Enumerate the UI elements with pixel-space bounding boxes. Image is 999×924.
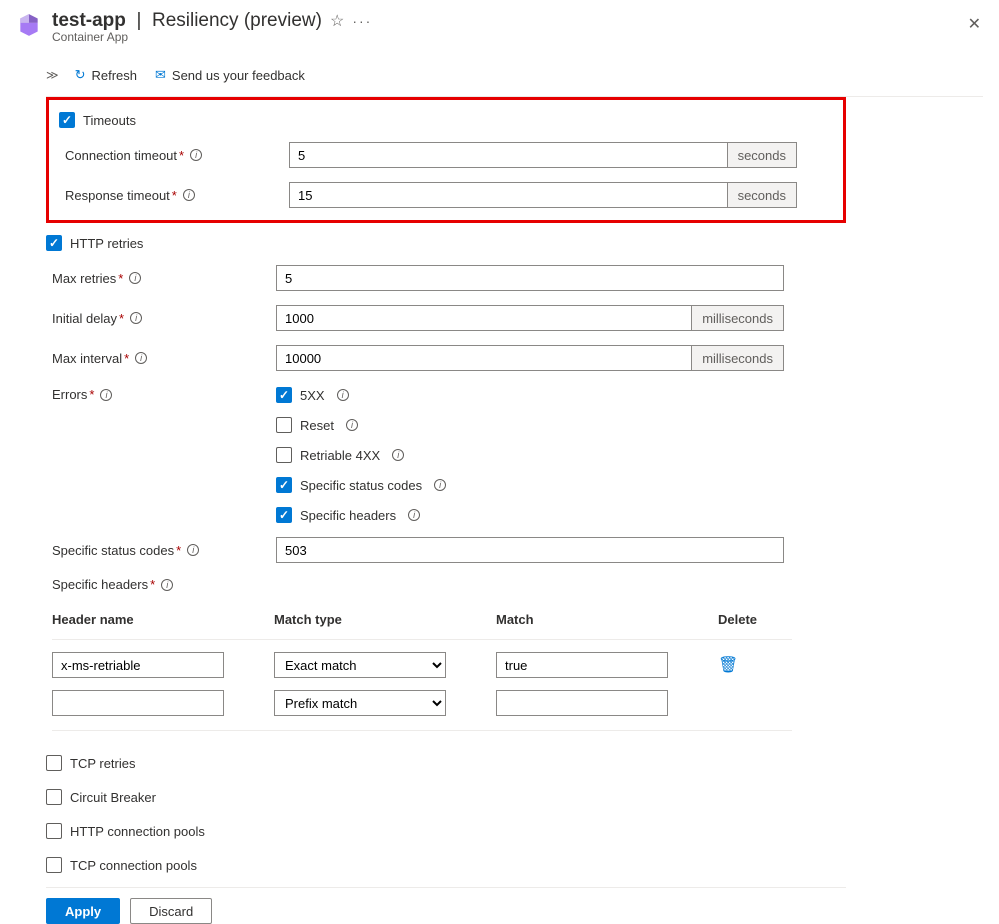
timeouts-highlight-box: Timeouts Connection timeout * seconds Re…: [46, 97, 846, 223]
err-specific-headers-checkbox[interactable]: [276, 507, 292, 523]
info-icon[interactable]: [100, 389, 112, 401]
tcp-pools-label: TCP connection pools: [70, 858, 197, 873]
specific-codes-input[interactable]: [276, 537, 784, 563]
page-header: test-app | Resiliency (preview) ☆ ··· Co…: [16, 10, 983, 44]
tcp-retries-label: TCP retries: [70, 756, 136, 771]
err-reset-label: Reset: [300, 418, 334, 433]
initial-delay-unit: milliseconds: [692, 305, 784, 331]
container-app-icon: [16, 12, 44, 40]
err-retriable4xx-checkbox[interactable]: [276, 447, 292, 463]
info-icon[interactable]: [190, 149, 202, 161]
info-icon[interactable]: [392, 449, 404, 461]
info-icon[interactable]: [130, 312, 142, 324]
info-icon[interactable]: [161, 579, 173, 591]
http-retries-label: HTTP retries: [70, 236, 143, 251]
header-name-input[interactable]: [52, 652, 224, 678]
refresh-label: Refresh: [91, 68, 137, 83]
err-specific-headers-label: Specific headers: [300, 508, 396, 523]
info-icon[interactable]: [183, 189, 195, 201]
more-menu-icon[interactable]: ···: [352, 13, 372, 29]
circuit-breaker-label: Circuit Breaker: [70, 790, 156, 805]
close-icon[interactable]: ✕: [968, 14, 981, 34]
apply-button[interactable]: Apply: [46, 898, 120, 924]
discard-button[interactable]: Discard: [130, 898, 212, 924]
max-interval-input[interactable]: [276, 345, 692, 371]
tcp-retries-checkbox[interactable]: [46, 755, 62, 771]
err-reset-checkbox[interactable]: [276, 417, 292, 433]
max-interval-label: Max interval: [52, 351, 122, 366]
tcp-pools-checkbox[interactable]: [46, 857, 62, 873]
match-value-input[interactable]: [496, 652, 668, 678]
err-5xx-label: 5XX: [300, 388, 325, 403]
breadcrumb: test-app | Resiliency (preview): [52, 10, 322, 32]
http-retries-checkbox[interactable]: [46, 235, 62, 251]
subtitle: Container App: [52, 30, 372, 44]
specific-headers-label: Specific headers: [52, 577, 148, 592]
col-header-delete: Delete: [718, 612, 778, 627]
refresh-button[interactable]: ↻ Refresh: [69, 65, 143, 85]
info-icon[interactable]: [187, 544, 199, 556]
max-retries-input[interactable]: [276, 265, 784, 291]
table-row: Exact match 🗑: [52, 652, 792, 678]
match-type-select[interactable]: Prefix match: [274, 690, 446, 716]
response-timeout-unit: seconds: [728, 182, 797, 208]
table-row: Prefix match: [52, 690, 792, 716]
timeouts-checkbox[interactable]: [59, 112, 75, 128]
feedback-icon: ✉: [155, 67, 166, 83]
connection-timeout-label: Connection timeout: [65, 148, 177, 163]
header-name-input[interactable]: [52, 690, 224, 716]
info-icon[interactable]: [408, 509, 420, 521]
timeouts-label: Timeouts: [83, 113, 136, 128]
err-specific-codes-label: Specific status codes: [300, 478, 422, 493]
response-timeout-input[interactable]: [289, 182, 728, 208]
refresh-icon: ↻: [75, 67, 86, 83]
col-header-matchtype: Match type: [274, 612, 496, 627]
response-timeout-label: Response timeout: [65, 188, 170, 203]
initial-delay-input[interactable]: [276, 305, 692, 331]
err-retriable4xx-label: Retriable 4XX: [300, 448, 380, 463]
max-retries-label: Max retries: [52, 271, 116, 286]
info-icon[interactable]: [434, 479, 446, 491]
http-pools-label: HTTP connection pools: [70, 824, 205, 839]
info-icon[interactable]: [135, 352, 147, 364]
favorite-star-icon[interactable]: ☆: [330, 11, 344, 31]
errors-label: Errors: [52, 387, 87, 402]
connection-timeout-unit: seconds: [728, 142, 797, 168]
circuit-breaker-checkbox[interactable]: [46, 789, 62, 805]
col-header-match: Match: [496, 612, 718, 627]
delete-row-icon[interactable]: 🗑: [718, 657, 738, 674]
match-type-select[interactable]: Exact match: [274, 652, 446, 678]
specific-codes-label: Specific status codes: [52, 543, 174, 558]
headers-table: Header name Match type Match Delete Exac…: [52, 602, 792, 731]
expand-sidebar-icon[interactable]: ≫: [46, 68, 59, 82]
initial-delay-label: Initial delay: [52, 311, 117, 326]
err-specific-codes-checkbox[interactable]: [276, 477, 292, 493]
info-icon[interactable]: [337, 389, 349, 401]
toolbar: ≫ ↻ Refresh ✉ Send us your feedback: [16, 60, 983, 90]
info-icon[interactable]: [346, 419, 358, 431]
connection-timeout-input[interactable]: [289, 142, 728, 168]
http-pools-checkbox[interactable]: [46, 823, 62, 839]
feedback-label: Send us your feedback: [172, 68, 305, 83]
feedback-button[interactable]: ✉ Send us your feedback: [149, 65, 311, 85]
max-interval-unit: milliseconds: [692, 345, 784, 371]
col-header-name: Header name: [52, 612, 274, 627]
err-5xx-checkbox[interactable]: [276, 387, 292, 403]
info-icon[interactable]: [129, 272, 141, 284]
match-value-input[interactable]: [496, 690, 668, 716]
footer-divider: [46, 887, 846, 888]
